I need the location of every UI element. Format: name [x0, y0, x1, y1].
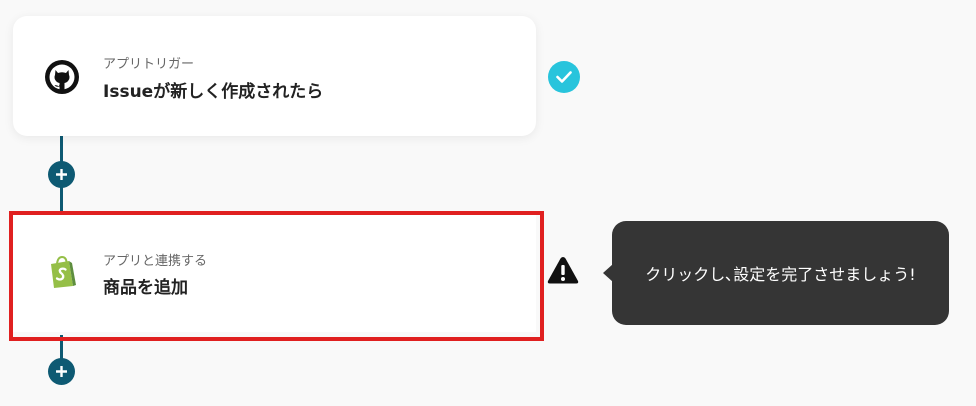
setup-tooltip: クリックし､設定を完了させましょう! — [612, 221, 949, 325]
check-icon — [548, 61, 580, 93]
trigger-step-card[interactable]: アプリトリガー Issueが新しく作成されたら — [13, 16, 536, 136]
step-title: 商品を追加 — [103, 278, 188, 298]
step-type-label: アプリトリガー — [103, 57, 195, 72]
step-type-label: アプリと連携する — [103, 254, 208, 269]
step-title: Issueが新しく作成されたら — [103, 82, 324, 102]
warning-icon — [546, 255, 580, 285]
shopify-icon — [45, 255, 79, 289]
plus-icon — [56, 366, 67, 377]
action-step-card[interactable]: アプリと連携する 商品を追加 — [13, 215, 536, 332]
plus-icon — [56, 169, 67, 180]
add-step-button[interactable] — [48, 358, 75, 385]
github-icon — [45, 60, 79, 94]
add-step-button[interactable] — [48, 161, 75, 188]
tooltip-text: クリックし､設定を完了させましょう! — [645, 265, 916, 284]
